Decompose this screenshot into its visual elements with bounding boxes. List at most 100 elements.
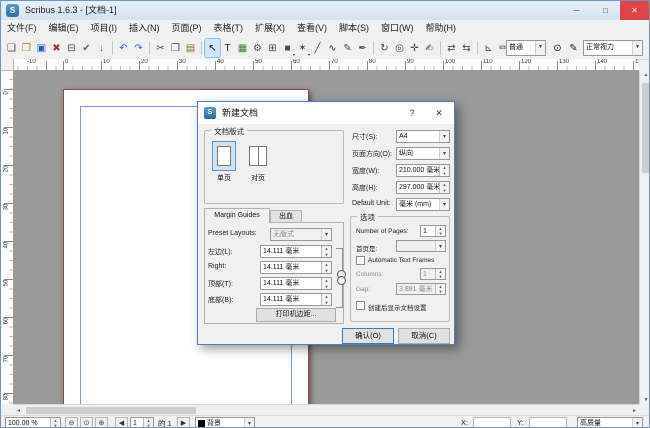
first-page-select[interactable]: ▾	[396, 240, 446, 252]
scroll-down-icon[interactable]: ▼	[640, 397, 650, 403]
spin-down-icon[interactable]: ▼	[144, 423, 153, 428]
paste-button[interactable]: ▤	[183, 39, 198, 57]
vertical-scroll-thumb[interactable]	[642, 83, 650, 173]
horizontal-scrollbar[interactable]: ◄ ►	[14, 404, 639, 415]
automatic-text-frames-checkbox[interactable]	[356, 256, 365, 265]
spin-down-icon[interactable]: ▼	[51, 423, 60, 428]
layout-facing-pages[interactable]: 对页	[243, 141, 273, 187]
export-pdf-button[interactable]: ↓	[94, 39, 109, 57]
zoom-tool[interactable]: ◎	[392, 39, 407, 57]
menu-item[interactable]: 页面(P)	[166, 20, 208, 37]
cut-button[interactable]: ✂	[153, 39, 168, 57]
insert-calligraphic-tool[interactable]: ✒	[355, 39, 370, 57]
edit-contents-tool[interactable]: ✛	[407, 39, 422, 57]
insert-freehand-tool[interactable]: ✎	[340, 39, 355, 57]
copy-button[interactable]: ❐	[168, 39, 183, 57]
menu-item[interactable]: 扩展(X)	[249, 20, 291, 37]
spin-down-icon[interactable]: ▼	[436, 289, 445, 294]
spin-buttons[interactable]: ▲▼	[50, 418, 60, 428]
dialog-close-button[interactable]: ✕	[424, 102, 454, 124]
preview-quality-select[interactable]: 高质量 ▾	[577, 417, 643, 428]
cancel-button[interactable]: 取消(C)	[398, 328, 450, 344]
preset-layouts-select[interactable]: 无版式 ▾	[270, 228, 332, 241]
margin-right-spinbox[interactable]: 14.111 毫米 ▲▼	[260, 261, 332, 274]
spin-buttons[interactable]: ▲▼	[321, 294, 331, 305]
menu-item[interactable]: 文件(F)	[1, 20, 43, 37]
insert-shape-tool[interactable]: ■▾	[280, 39, 295, 57]
scroll-up-icon[interactable]: ▲	[640, 72, 650, 78]
margin-top-spinbox[interactable]: 14.111 毫米 ▲▼	[260, 277, 332, 290]
spin-down-icon[interactable]: ▼	[436, 231, 445, 236]
gap-spinbox[interactable]: 3.881 毫米 ▲▼	[396, 283, 446, 295]
scroll-right-icon[interactable]: ►	[632, 408, 637, 414]
spin-buttons[interactable]: ▲▼	[435, 269, 445, 279]
minimize-button[interactable]: ─	[562, 1, 591, 20]
insert-render-frame-tool[interactable]: ⚙	[250, 39, 265, 57]
insert-text-frame-tool[interactable]: T	[220, 39, 235, 57]
unlink-text-frames-tool[interactable]: ⇆	[459, 39, 474, 57]
zoom-in-button[interactable]: ⊕	[95, 417, 108, 428]
zoom-100-button[interactable]: ⊙	[80, 417, 93, 428]
zoom-spinbox[interactable]: 100.00 % ▲▼	[5, 417, 61, 428]
insert-table-tool[interactable]: ⊞	[265, 39, 280, 57]
link-margins-icon[interactable]	[336, 248, 343, 308]
spin-down-icon[interactable]: ▼	[322, 252, 331, 258]
spin-buttons[interactable]: ▲▼	[321, 278, 331, 289]
spin-buttons[interactable]: ▲▼	[435, 284, 445, 294]
size-select[interactable]: A4 ▾	[396, 130, 450, 143]
default-unit-select[interactable]: 毫米 (mm) ▾	[396, 198, 450, 211]
margin-bottom-spinbox[interactable]: 14.111 毫米 ▲▼	[260, 293, 332, 306]
ok-button[interactable]: 确认(O)	[342, 328, 394, 344]
columns-spinbox[interactable]: 1 ▲▼	[420, 268, 446, 280]
tab-margin-guides[interactable]: Margin Guides	[204, 208, 270, 223]
menu-item[interactable]: 窗口(W)	[375, 20, 420, 37]
insert-image-frame-tool[interactable]: ▦	[235, 39, 250, 57]
orientation-select[interactable]: 纵向 ▾	[396, 147, 450, 160]
margin-left-spinbox[interactable]: 14.111 毫米 ▲▼	[260, 245, 332, 258]
close-document-button[interactable]: ✖	[49, 39, 64, 57]
save-document-button[interactable]: ▣	[34, 39, 49, 57]
spin-buttons[interactable]: ▲▼	[143, 418, 153, 428]
menu-item[interactable]: 编辑(E)	[43, 20, 85, 37]
height-spinbox[interactable]: 297.000 毫米 ▲▼	[396, 181, 450, 194]
menu-item[interactable]: 帮助(H)	[420, 20, 463, 37]
preflight-verifier-button[interactable]: ✔	[79, 39, 94, 57]
page-number-spinbox[interactable]: 1 ▲▼	[130, 417, 154, 428]
preview-mode-button[interactable]: ⊙	[550, 39, 565, 57]
spin-down-icon[interactable]: ▼	[436, 274, 445, 279]
menu-item[interactable]: 项目(I)	[85, 20, 124, 37]
menu-item[interactable]: 查看(V)	[291, 20, 333, 37]
undo-button[interactable]: ↶	[116, 39, 131, 57]
number-of-pages-spinbox[interactable]: 1 ▲▼	[420, 225, 446, 237]
spin-down-icon[interactable]: ▼	[440, 188, 449, 194]
print-document-button[interactable]: ⊟	[64, 39, 79, 57]
scroll-left-icon[interactable]: ◄	[16, 408, 21, 414]
vertical-scrollbar[interactable]: ▲ ▼	[639, 71, 650, 404]
insert-polygon-tool[interactable]: ✶▾	[295, 39, 310, 57]
spin-down-icon[interactable]: ▼	[322, 284, 331, 290]
spin-buttons[interactable]: ▲▼	[439, 165, 449, 176]
measurements-tool[interactable]: ⊾	[481, 39, 496, 57]
edit-in-preview-button[interactable]: ✎	[566, 39, 581, 57]
new-document-button[interactable]: ❏	[4, 39, 19, 57]
next-page-button[interactable]: ▶	[177, 417, 190, 428]
story-editor-button[interactable]: ✍	[422, 39, 437, 57]
previous-page-button[interactable]: ◀	[115, 417, 128, 428]
open-document-button[interactable]: ❒	[19, 39, 34, 57]
redo-button[interactable]: ↷	[131, 39, 146, 57]
link-text-frames-tool[interactable]: ⇄	[444, 39, 459, 57]
horizontal-scroll-thumb[interactable]	[26, 407, 196, 414]
spin-down-icon[interactable]: ▼	[322, 268, 331, 274]
spin-buttons[interactable]: ▲▼	[321, 262, 331, 273]
layout-single-page[interactable]: 单页	[209, 141, 239, 187]
close-button[interactable]: ✕	[620, 1, 649, 20]
layer-mode-select[interactable]: 普通 ▾	[506, 40, 546, 56]
dialog-help-button[interactable]: ?	[400, 102, 424, 124]
printer-margins-button[interactable]: 打印机边距...	[256, 308, 336, 322]
horizontal-ruler[interactable]: -100102030405060708090100110120130140150	[14, 59, 639, 71]
spin-down-icon[interactable]: ▼	[440, 171, 449, 177]
insert-bezier-tool[interactable]: ∿	[325, 39, 340, 57]
maximize-button[interactable]: □	[591, 1, 620, 20]
select-item-tool[interactable]: ↖	[205, 39, 220, 57]
spin-buttons[interactable]: ▲▼	[439, 182, 449, 193]
